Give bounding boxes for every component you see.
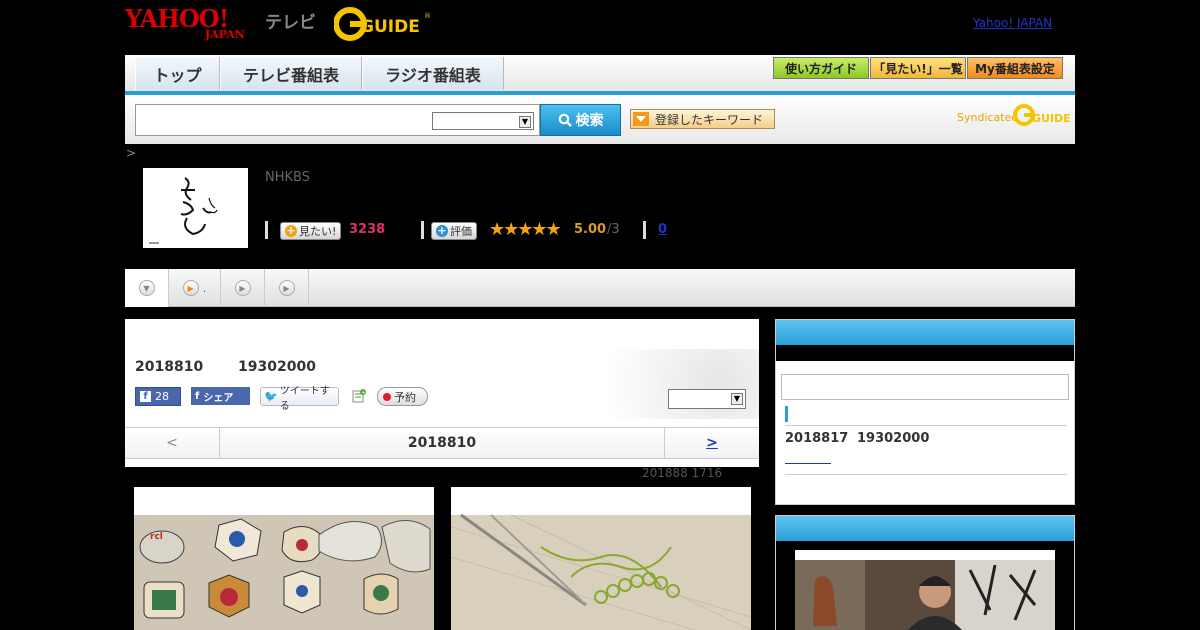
needlework-photo: [451, 487, 751, 630]
rebroadcast-sidebar: 2018817 19302000: [775, 319, 1075, 505]
date-pager: < 2018810 >: [125, 427, 759, 459]
tv-label[interactable]: テレビ: [265, 8, 316, 33]
facebook-share-button[interactable]: f シェア: [191, 387, 250, 405]
related-program-photo[interactable]: [795, 550, 1055, 630]
rebroadcast-link[interactable]: [785, 456, 831, 464]
bookmark-add-icon[interactable]: +: [351, 388, 367, 404]
rating-count: /3: [607, 222, 620, 237]
tab-overview[interactable]: ▼: [125, 269, 169, 307]
review-count-link[interactable]: 0: [658, 222, 667, 237]
tab-radio-listings[interactable]: ラジオ番組表: [362, 57, 504, 90]
chevron-down-icon: ▼: [519, 116, 531, 128]
tab-top[interactable]: トップ: [135, 57, 220, 90]
next-episode-button[interactable]: >: [664, 428, 759, 458]
svg-text:rcl: rcl: [150, 532, 163, 542]
play-icon: ▶: [278, 280, 295, 296]
rebroadcast-date: 2018817: [785, 431, 849, 446]
sidebar-accent-bar: [785, 406, 788, 422]
plus-icon: +: [285, 224, 297, 237]
yahoo-logo-japan: JAPAN: [205, 28, 245, 41]
record-icon: [383, 392, 391, 401]
program-thumbnail: [143, 168, 248, 248]
play-icon: ▶: [234, 280, 251, 296]
update-timestamp: 201888 1716: [642, 466, 723, 480]
air-date: 2018810: [135, 359, 204, 375]
mitai-list-button[interactable]: 「見たい!」一覧: [870, 57, 966, 79]
sidebar-header: [776, 516, 1074, 541]
gguide-logo-text: GUIDE: [360, 17, 420, 37]
yahoo-japan-link[interactable]: Yahoo! JAPAN: [973, 16, 1052, 30]
main-nav: トップ テレビ番組表 ラジオ番組表 使い方ガイド 「見たい!」一覧 My番組表設…: [125, 55, 1075, 95]
previous-episode-button[interactable]: <: [125, 428, 220, 458]
divider: [785, 425, 1067, 426]
sidebar-input[interactable]: [781, 374, 1069, 400]
plus-icon: +: [436, 224, 448, 237]
play-icon: ▶: [182, 280, 199, 296]
program-tab-strip: ▼ ▶ . ▶ ▶: [125, 269, 1075, 307]
tab-detail-label: .: [202, 281, 207, 295]
sidebar-subheader: [776, 345, 1074, 361]
air-time: 19302000: [238, 359, 316, 375]
facebook-icon: f: [140, 391, 151, 402]
syndicated-label: Syndicated: [957, 111, 1019, 124]
rating-stars: ★★★★★: [489, 219, 562, 240]
reserve-button-label: 予約: [394, 390, 416, 404]
gguide-small-logo-text: GUIDE: [1032, 112, 1071, 125]
tweet-button[interactable]: 🐦 ツイートする: [260, 386, 339, 412]
registered-keywords-label: 登録したキーワード: [655, 112, 764, 127]
tab-cast[interactable]: ▶: [221, 269, 265, 307]
facebook-icon: f: [195, 390, 200, 402]
pager-current-date: 2018810: [407, 435, 477, 451]
facebook-share-label: シェア: [203, 392, 234, 404]
rebroadcast-time: 19302000: [857, 431, 930, 446]
tweet-button-label: ツイートする: [279, 385, 330, 412]
search-button-label: 検索: [575, 113, 604, 129]
device-select[interactable]: ▼: [668, 389, 746, 409]
page: YAHOO! JAPAN テレビ GUIDE ® Yahoo! JAPAN トッ…: [0, 0, 1200, 630]
divider: [421, 221, 424, 239]
facebook-like-count: 28: [155, 390, 169, 403]
reserve-recording-button[interactable]: 予約: [377, 387, 428, 406]
embroidery-items-photo: rcl: [134, 487, 434, 630]
gguide-small-logo: GUIDE: [1013, 104, 1071, 126]
svg-text:®: ®: [424, 12, 431, 20]
rate-button[interactable]: + 評価: [431, 222, 477, 240]
my-listings-settings-button[interactable]: My番組表設定: [967, 57, 1063, 79]
chevron-down-icon: ▼: [731, 393, 743, 405]
gguide-logo[interactable]: GUIDE ®: [334, 6, 434, 42]
search-bar: ▼ 検索 登録したキーワード Syndicated GUIDE: [125, 95, 1075, 144]
chevron-down-icon: ▼: [138, 280, 155, 296]
svg-text:+: +: [361, 390, 365, 396]
divider: [265, 221, 268, 239]
dropdown-arrow-icon: [633, 112, 649, 126]
channel-name[interactable]: NHKBS: [265, 170, 310, 185]
tab-detail[interactable]: ▶ .: [169, 269, 221, 307]
yahoo-japan-logo[interactable]: YAHOO! JAPAN: [125, 6, 265, 42]
search-icon: [558, 113, 572, 127]
mitai-count: 3238: [349, 222, 386, 237]
facebook-like-button[interactable]: f 28: [135, 387, 181, 406]
twitter-bird-icon: 🐦: [264, 390, 278, 403]
divider: [785, 474, 1067, 475]
related-program-sidebar: [775, 515, 1075, 630]
rating-score: 5.00: [574, 222, 607, 237]
search-button[interactable]: 検索: [540, 104, 621, 136]
sidebar-header: [776, 320, 1074, 345]
search-genre-select[interactable]: ▼: [432, 112, 534, 130]
registered-keywords-button[interactable]: 登録したキーワード: [630, 109, 775, 129]
tab-tv-listings[interactable]: テレビ番組表: [220, 57, 362, 90]
mitai-button-label: 見たい!: [299, 225, 337, 238]
mitai-button[interactable]: + 見たい!: [280, 222, 342, 240]
breadcrumb[interactable]: >: [126, 146, 136, 160]
rate-button-label: 評価: [450, 225, 472, 238]
usage-guide-button[interactable]: 使い方ガイド: [773, 57, 869, 79]
divider: [643, 221, 646, 239]
tab-reviews[interactable]: ▶: [265, 269, 309, 307]
program-detail-panel: 2018810 19302000 f 28 f シェア 🐦 ツイートする + 予…: [125, 319, 759, 467]
